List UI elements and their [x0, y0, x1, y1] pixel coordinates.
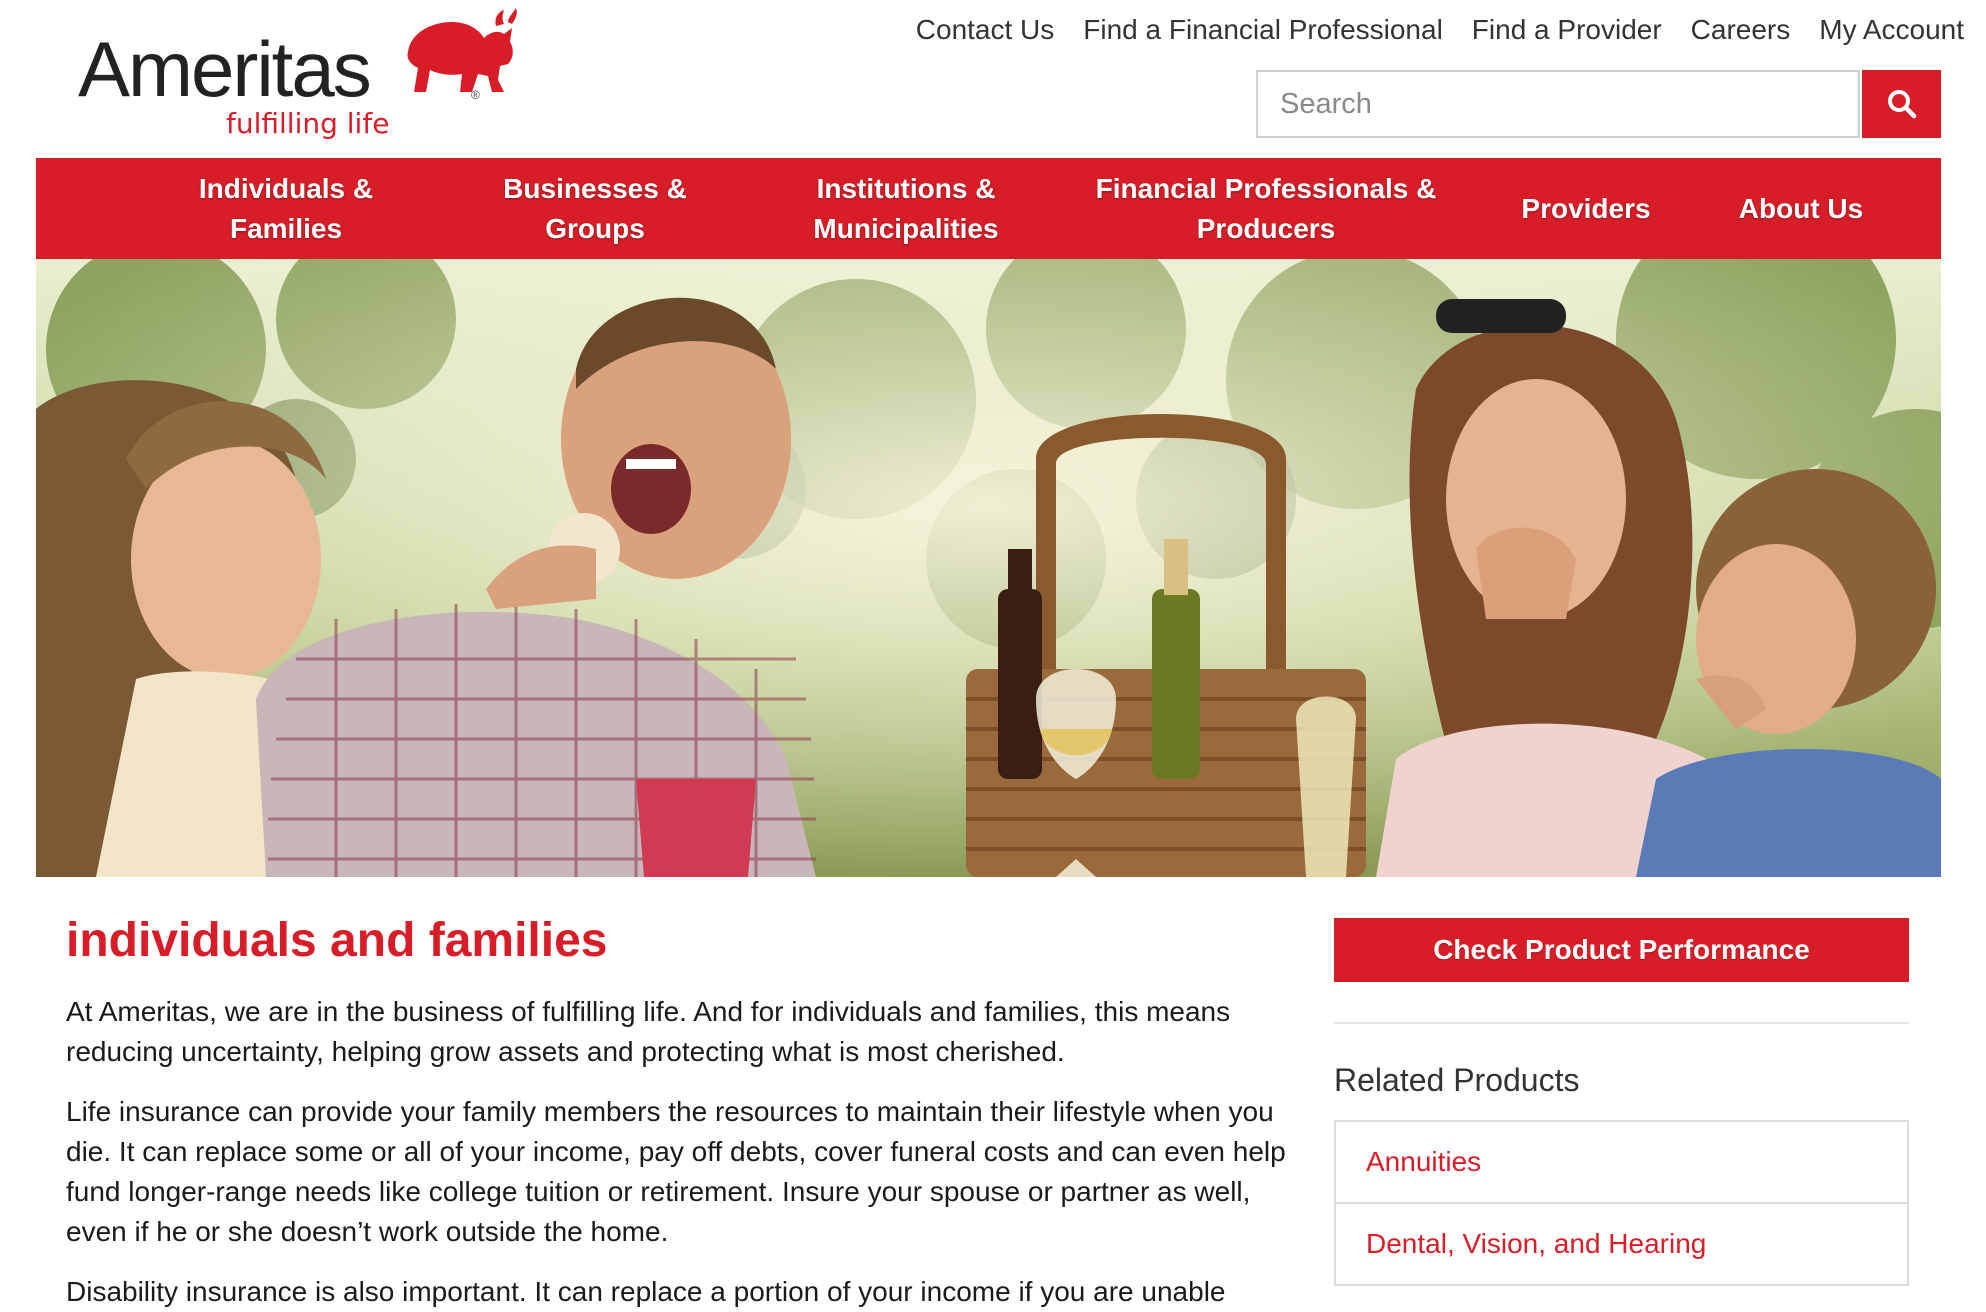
- related-products-heading: Related Products: [1334, 1062, 1580, 1098]
- main-nav: Individuals & Families Businesses & Groups…: [36, 158, 1941, 259]
- related-item-annuities[interactable]: Annuities: [1336, 1122, 1907, 1204]
- check-product-performance-button[interactable]: Check Product Performance: [1334, 918, 1909, 982]
- nav-providers[interactable]: Providers: [1476, 158, 1696, 259]
- search-input[interactable]: [1256, 70, 1860, 138]
- careers-link[interactable]: Careers: [1691, 12, 1791, 48]
- nav-label: About Us: [1738, 192, 1864, 224]
- find-financial-professional-link[interactable]: Find a Financial Professional: [1083, 12, 1443, 48]
- family-picnic-photo: [36, 259, 1941, 877]
- nav-institutions-municipalities[interactable]: Institutions & Municipalities: [756, 158, 1056, 259]
- search-icon: [1887, 90, 1916, 119]
- nav-label-line2: Municipalities: [813, 212, 999, 244]
- logo-wordmark: Ameritas: [78, 25, 372, 113]
- find-provider-link[interactable]: Find a Provider: [1472, 12, 1662, 48]
- my-account-link[interactable]: My Account: [1819, 12, 1964, 48]
- utility-nav: Contact Us Find a Financial Professional…: [916, 12, 1964, 48]
- ameritas-logo[interactable]: Ameritas ® fulfilling life: [78, 8, 518, 140]
- page-title: individuals and families: [66, 914, 608, 967]
- contact-us-link[interactable]: Contact Us: [916, 12, 1055, 48]
- nav-label-line1: Individuals &: [198, 172, 374, 204]
- sidebar-divider: [1334, 1022, 1909, 1024]
- bison-logo-icon: [407, 8, 517, 92]
- nav-label-line2: Groups: [545, 212, 645, 244]
- nav-label-line1: Institutions &: [816, 172, 996, 204]
- nav-businesses-groups[interactable]: Businesses & Groups: [450, 158, 740, 259]
- nav-individuals-families[interactable]: Individuals & Families: [136, 158, 436, 259]
- nav-financial-professionals-producers[interactable]: Financial Professionals & Producers: [1066, 158, 1466, 259]
- nav-label-line1: Businesses &: [503, 172, 687, 204]
- related-products-list: Annuities Dental, Vision, and Hearing: [1334, 1120, 1909, 1286]
- search-button[interactable]: [1862, 70, 1941, 138]
- life-insurance-paragraph: Life insurance can provide your family m…: [66, 1096, 1286, 1247]
- disability-insurance-paragraph: Disability insurance is also important. …: [66, 1276, 1226, 1307]
- nav-label-line2: Families: [229, 212, 343, 244]
- nav-about-us[interactable]: About Us: [1706, 158, 1896, 259]
- hero-image: [36, 259, 1941, 877]
- logo-tagline: fulfilling life: [226, 107, 390, 140]
- nav-label-line1: Financial Professionals &: [1095, 172, 1437, 204]
- nav-label-line2: Producers: [1196, 212, 1336, 244]
- intro-paragraph: At Ameritas, we are in the business of f…: [66, 996, 1231, 1067]
- related-item-dental-vision-hearing[interactable]: Dental, Vision, and Hearing: [1336, 1204, 1907, 1286]
- nav-label: Providers: [1521, 192, 1651, 224]
